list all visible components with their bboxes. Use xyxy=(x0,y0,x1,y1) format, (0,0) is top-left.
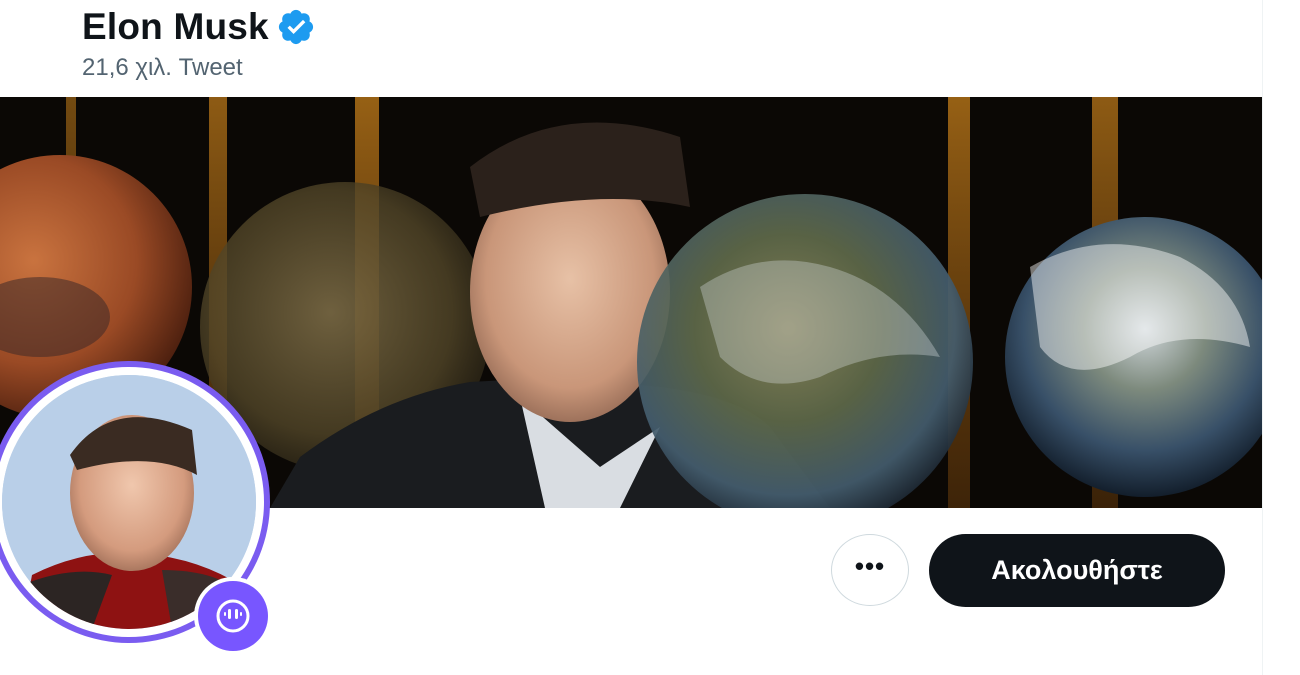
more-button[interactable]: ••• xyxy=(831,534,909,606)
verified-badge-icon[interactable] xyxy=(276,7,316,47)
more-icon: ••• xyxy=(854,551,886,581)
follow-button[interactable]: Ακολουθήστε xyxy=(929,534,1225,607)
name-row: Elon Musk xyxy=(82,4,316,50)
tweet-count: 21,6 χιλ. Tweet xyxy=(82,54,243,81)
display-name: Elon Musk xyxy=(82,6,269,47)
spaces-badge[interactable] xyxy=(194,577,272,655)
spaces-icon xyxy=(198,581,268,651)
column-divider xyxy=(1262,0,1263,675)
profile-header: Elon Musk 21,6 χιλ. Tweet xyxy=(82,4,316,82)
